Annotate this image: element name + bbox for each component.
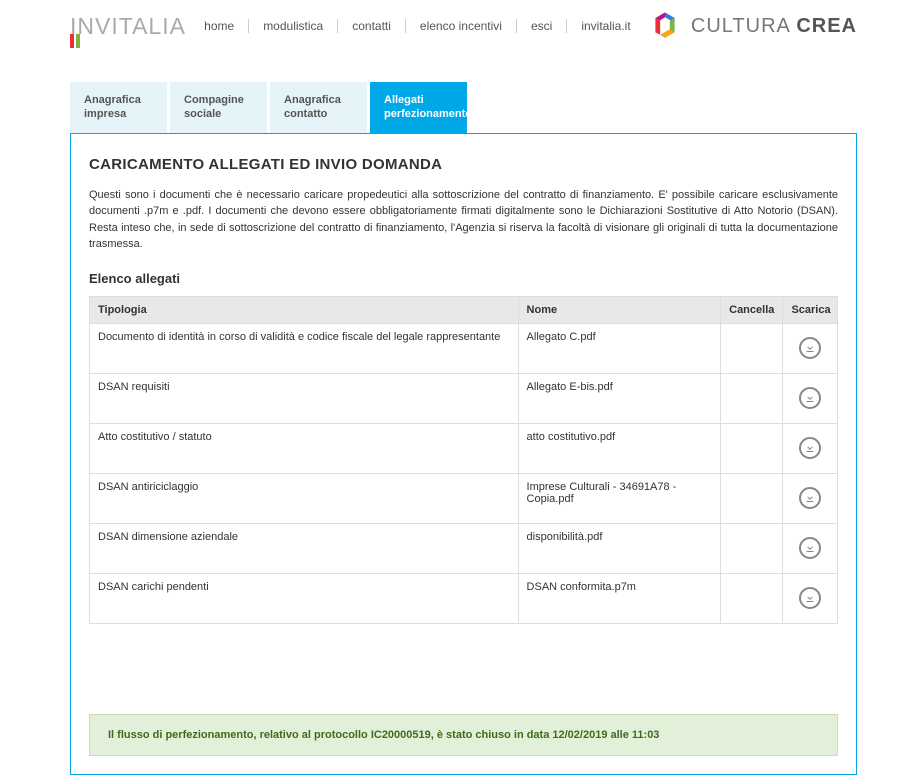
logo-cultura-crea: CULTURA CREA	[649, 10, 857, 42]
status-message-box: Il flusso di perfezionamento, relativo a…	[89, 714, 838, 756]
cell-scarica	[783, 473, 838, 523]
col-tipologia: Tipologia	[90, 296, 519, 323]
cell-scarica	[783, 423, 838, 473]
nav-contatti[interactable]: contatti	[338, 19, 406, 33]
top-nav: home modulistica contatti elenco incenti…	[190, 19, 645, 33]
download-button[interactable]	[799, 387, 821, 409]
nav-modulistica[interactable]: modulistica	[249, 19, 338, 33]
header: INVITALIA home modulistica contatti elen…	[0, 0, 917, 52]
tab-allegati-perfezionamento[interactable]: Allegati perfezionamento	[370, 82, 467, 133]
cell-cancella	[721, 523, 783, 573]
cell-tipologia: Atto costitutivo / statuto	[90, 423, 519, 473]
nav-esci[interactable]: esci	[517, 19, 567, 33]
download-icon	[804, 592, 816, 604]
tab-anagrafica-contatto[interactable]: Anagrafica contatto	[270, 82, 367, 133]
tab-anagrafica-impresa[interactable]: Anagrafica impresa	[70, 82, 167, 133]
page-description: Questi sono i documenti che è necessario…	[89, 187, 838, 253]
table-row: Documento di identità in corso di validi…	[90, 323, 838, 373]
download-button[interactable]	[799, 537, 821, 559]
nav-invitalia-it[interactable]: invitalia.it	[567, 19, 644, 33]
cell-tipologia: Documento di identità in corso di validi…	[90, 323, 519, 373]
list-heading: Elenco allegati	[89, 271, 838, 286]
table-header-row: Tipologia Nome Cancella Scarica	[90, 296, 838, 323]
download-button[interactable]	[799, 337, 821, 359]
download-icon	[804, 492, 816, 504]
cell-cancella	[721, 423, 783, 473]
cell-nome: DSAN conformita.p7m	[518, 573, 721, 623]
download-button[interactable]	[799, 487, 821, 509]
nav-elenco-incentivi[interactable]: elenco incentivi	[406, 19, 517, 33]
cell-nome: disponibilità.pdf	[518, 523, 721, 573]
cell-nome: Allegato E-bis.pdf	[518, 373, 721, 423]
cell-cancella	[721, 573, 783, 623]
cell-nome: Imprese Culturali - 34691A78 - Copia.pdf	[518, 473, 721, 523]
download-icon	[804, 342, 816, 354]
download-icon	[804, 542, 816, 554]
download-button[interactable]	[799, 587, 821, 609]
cell-tipologia: DSAN carichi pendenti	[90, 573, 519, 623]
download-button[interactable]	[799, 437, 821, 459]
cell-cancella	[721, 323, 783, 373]
cultura-crea-icon	[649, 10, 681, 42]
cell-cancella	[721, 473, 783, 523]
col-scarica: Scarica	[783, 296, 838, 323]
cell-scarica	[783, 523, 838, 573]
page-title: CARICAMENTO ALLEGATI ED INVIO DOMANDA	[89, 156, 838, 173]
col-nome: Nome	[518, 296, 721, 323]
table-row: DSAN antiriciclaggioImprese Culturali - …	[90, 473, 838, 523]
content-panel: CARICAMENTO ALLEGATI ED INVIO DOMANDA Qu…	[70, 133, 857, 775]
cell-cancella	[721, 373, 783, 423]
col-cancella: Cancella	[721, 296, 783, 323]
table-row: Atto costitutivo / statutoatto costituti…	[90, 423, 838, 473]
cultura-crea-text: CULTURA CREA	[691, 15, 857, 38]
tab-bar: Anagrafica impresa Compagine sociale Ana…	[70, 82, 917, 133]
table-row: DSAN dimensione aziendaledisponibilità.p…	[90, 523, 838, 573]
cell-scarica	[783, 573, 838, 623]
logo-invitalia: INVITALIA	[70, 13, 186, 40]
nav-home[interactable]: home	[190, 19, 249, 33]
cell-nome: Allegato C.pdf	[518, 323, 721, 373]
download-icon	[804, 442, 816, 454]
table-row: DSAN carichi pendentiDSAN conformita.p7m	[90, 573, 838, 623]
cell-scarica	[783, 373, 838, 423]
cell-tipologia: DSAN requisiti	[90, 373, 519, 423]
table-row: DSAN requisitiAllegato E-bis.pdf	[90, 373, 838, 423]
cell-scarica	[783, 323, 838, 373]
status-message-text: Il flusso di perfezionamento, relativo a…	[108, 729, 659, 741]
cell-tipologia: DSAN antiriciclaggio	[90, 473, 519, 523]
attachments-table: Tipologia Nome Cancella Scarica Document…	[89, 296, 838, 624]
cell-tipologia: DSAN dimensione aziendale	[90, 523, 519, 573]
cell-nome: atto costitutivo.pdf	[518, 423, 721, 473]
tab-compagine-sociale[interactable]: Compagine sociale	[170, 82, 267, 133]
download-icon	[804, 392, 816, 404]
